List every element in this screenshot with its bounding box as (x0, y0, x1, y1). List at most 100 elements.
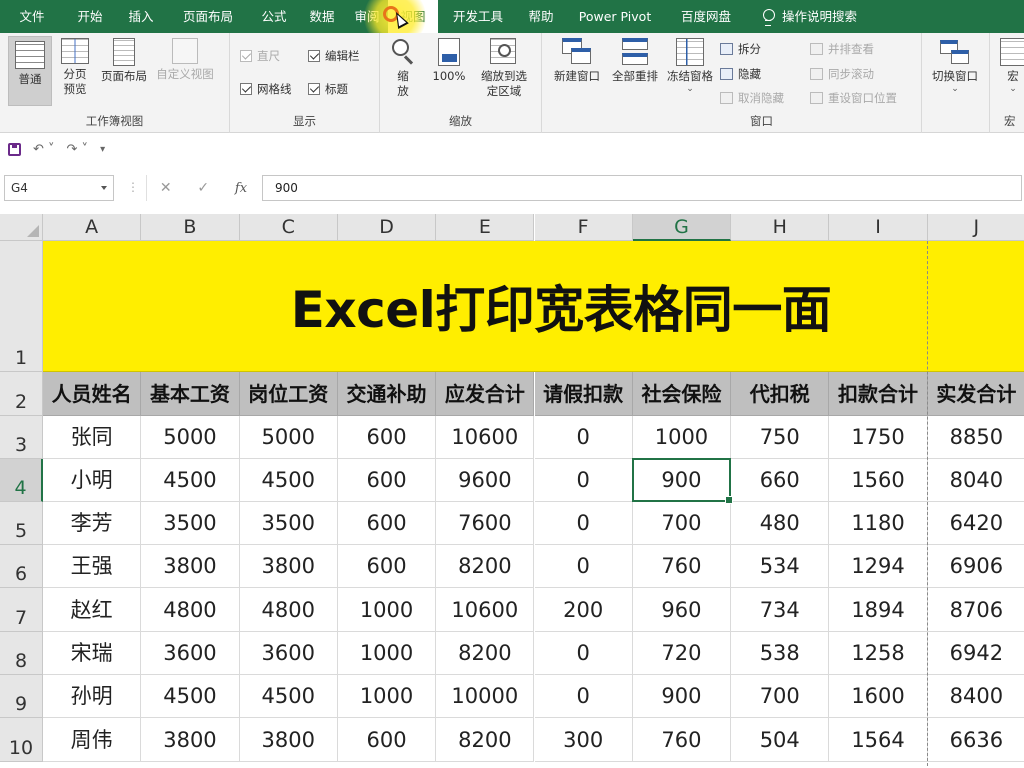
value-cell[interactable]: 8850 (927, 416, 1024, 459)
value-cell[interactable]: 10600 (436, 588, 535, 632)
column-header-a[interactable]: A (43, 214, 142, 241)
column-header-h[interactable]: H (731, 214, 830, 241)
value-cell[interactable]: 760 (632, 718, 732, 762)
save-icon[interactable] (8, 142, 21, 156)
value-cell[interactable]: 1750 (829, 416, 928, 459)
header-cell[interactable]: 代扣税 (731, 372, 830, 416)
header-cell[interactable]: 请假扣款 (534, 372, 633, 416)
new-window-button[interactable]: 新建窗口 (548, 38, 606, 108)
ribbon-tab-10[interactable]: Power Pivot (564, 0, 666, 33)
header-cell[interactable]: 交通补助 (337, 372, 437, 416)
row-header-7[interactable]: 7 (0, 588, 43, 632)
name-cell[interactable]: 周伟 (43, 718, 142, 762)
page-layout-view-button[interactable]: 页面布局 (96, 38, 152, 108)
name-cell[interactable]: 小明 (43, 459, 142, 502)
ribbon-tab-3[interactable]: 页面布局 (166, 0, 250, 33)
value-cell[interactable]: 3800 (239, 718, 338, 762)
column-header-f[interactable]: F (534, 214, 633, 241)
macros-button[interactable]: 宏 ⌄ (998, 38, 1024, 118)
header-cell[interactable]: 实发合计 (927, 372, 1024, 416)
value-cell[interactable]: 4500 (141, 675, 240, 718)
ribbon-tab-0[interactable]: 文件 (0, 0, 64, 33)
gridlines-checkbox[interactable]: 网格线 (240, 81, 292, 97)
undo-icon[interactable]: ↶ ˅ (33, 142, 55, 157)
value-cell[interactable]: 600 (337, 502, 437, 545)
value-cell[interactable]: 3800 (141, 718, 240, 762)
value-cell[interactable]: 300 (534, 718, 633, 762)
view-side-by-side-button[interactable]: 并排查看 (810, 41, 874, 57)
value-cell[interactable]: 504 (731, 718, 830, 762)
redo-icon[interactable]: ↷ ˅ (67, 142, 89, 157)
value-cell[interactable]: 0 (534, 632, 633, 675)
ribbon-tab-5[interactable]: 数据 (298, 0, 346, 33)
value-cell[interactable]: 480 (731, 502, 830, 545)
value-cell[interactable]: 538 (731, 632, 830, 675)
value-cell[interactable]: 5000 (239, 416, 338, 459)
freeze-panes-button[interactable]: 冻结窗格 ⌄ (662, 38, 718, 118)
name-cell[interactable]: 宋瑞 (43, 632, 142, 675)
value-cell[interactable]: 3600 (239, 632, 338, 675)
zoom-100-button[interactable]: 100% (430, 38, 468, 108)
column-header-i[interactable]: I (829, 214, 928, 241)
value-cell[interactable]: 600 (337, 718, 437, 762)
name-cell[interactable]: 李芳 (43, 502, 142, 545)
ribbon-tab-2[interactable]: 插入 (116, 0, 166, 33)
value-cell[interactable]: 4500 (239, 459, 338, 502)
header-cell[interactable]: 社会保险 (632, 372, 732, 416)
value-cell[interactable]: 1894 (829, 588, 928, 632)
column-header-d[interactable]: D (337, 214, 437, 241)
value-cell[interactable]: 5000 (141, 416, 240, 459)
column-header-c[interactable]: C (239, 214, 338, 241)
name-cell[interactable]: 王强 (43, 545, 142, 588)
value-cell[interactable]: 8200 (436, 545, 535, 588)
value-cell[interactable]: 3600 (141, 632, 240, 675)
header-cell[interactable]: 扣款合计 (829, 372, 928, 416)
row-header-6[interactable]: 6 (0, 545, 43, 588)
value-cell[interactable]: 200 (534, 588, 633, 632)
row-header-1[interactable]: 1 (0, 241, 43, 372)
ruler-checkbox[interactable]: 直尺 (240, 48, 280, 64)
zoom-button[interactable]: 缩放 (388, 38, 418, 108)
column-header-g[interactable]: G (632, 214, 732, 241)
name-cell[interactable]: 孙明 (43, 675, 142, 718)
headings-checkbox[interactable]: 标题 (308, 81, 348, 97)
page-break-preview-button[interactable]: 分页预览 (56, 38, 94, 108)
value-cell[interactable]: 600 (337, 416, 437, 459)
value-cell[interactable]: 0 (534, 416, 633, 459)
value-cell[interactable]: 900 (632, 675, 732, 718)
row-header-5[interactable]: 5 (0, 502, 43, 545)
name-cell[interactable]: 张同 (43, 416, 142, 459)
value-cell[interactable]: 3500 (141, 502, 240, 545)
header-cell[interactable]: 人员姓名 (43, 372, 142, 416)
row-header-9[interactable]: 9 (0, 675, 43, 718)
value-cell[interactable]: 0 (534, 675, 633, 718)
reset-window-position-button[interactable]: 重设窗口位置 (810, 90, 897, 106)
confirm-icon[interactable]: ✓ (197, 180, 209, 196)
value-cell[interactable]: 6420 (927, 502, 1024, 545)
ribbon-tab-4[interactable]: 公式 (250, 0, 298, 33)
ribbon-tab-6[interactable]: 审阅 (346, 0, 388, 33)
value-cell[interactable]: 1564 (829, 718, 928, 762)
cancel-icon[interactable]: ✕ (160, 180, 172, 196)
row-header-8[interactable]: 8 (0, 632, 43, 675)
chevron-down-icon[interactable] (101, 186, 107, 190)
value-cell[interactable]: 720 (632, 632, 732, 675)
formula-bar-checkbox[interactable]: 编辑栏 (308, 48, 360, 64)
value-cell[interactable]: 1600 (829, 675, 928, 718)
formula-bar-splitter[interactable]: ⋮ (127, 180, 139, 194)
value-cell[interactable]: 734 (731, 588, 830, 632)
row-header-3[interactable]: 3 (0, 416, 43, 459)
value-cell[interactable]: 1294 (829, 545, 928, 588)
value-cell[interactable]: 0 (534, 545, 633, 588)
unhide-button[interactable]: 取消隐藏 (720, 90, 784, 106)
zoom-to-selection-button[interactable]: 缩放到选定区域 (474, 38, 534, 108)
arrange-all-button[interactable]: 全部重排 (606, 38, 664, 108)
title-cell-merged[interactable]: Excel打印宽表格同一面 (43, 241, 1024, 372)
ribbon-tab-11[interactable]: 百度网盘 (666, 0, 746, 33)
value-cell[interactable]: 4800 (141, 588, 240, 632)
value-cell[interactable]: 4800 (239, 588, 338, 632)
name-box[interactable]: G4 (4, 175, 114, 201)
ribbon-tab-9[interactable]: 帮助 (518, 0, 564, 33)
value-cell[interactable]: 8706 (927, 588, 1024, 632)
value-cell[interactable]: 660 (731, 459, 830, 502)
